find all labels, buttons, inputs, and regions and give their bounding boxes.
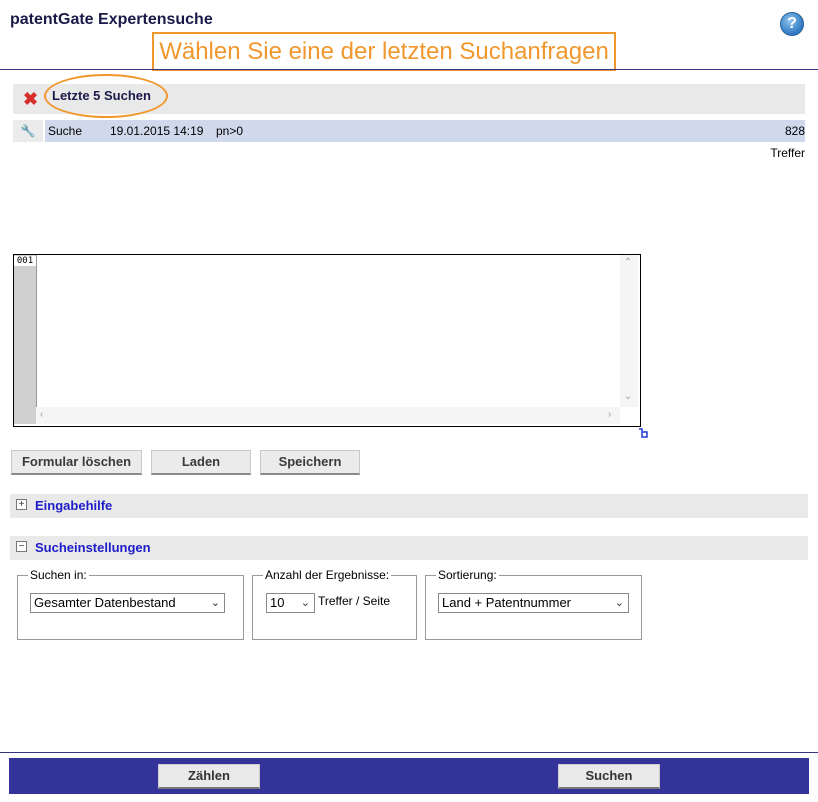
scroll-up-icon[interactable]: ⌃ [624, 257, 632, 268]
chevron-down-icon: ⌄ [614, 597, 624, 609]
minus-icon[interactable]: − [16, 541, 27, 552]
scroll-left-icon[interactable]: ‹ [40, 409, 43, 420]
query-editor[interactable]: 001 ⌃ ⌄ ‹ › [13, 254, 641, 427]
fieldset-sorting: Sortierung: Land + Patentnummer ⌄ [425, 568, 642, 640]
search-in-select[interactable]: Gesamter Datenbestand ⌄ [30, 593, 225, 613]
page-title: patentGate Expertensuche [10, 11, 213, 28]
plus-icon[interactable]: + [16, 499, 27, 510]
vertical-scrollbar[interactable]: ⌃ ⌄ [620, 255, 638, 407]
result-count-select[interactable]: 10 ⌄ [266, 593, 315, 613]
per-page-label: Treffer / Seite [318, 594, 391, 608]
help-icon[interactable]: ? [780, 12, 804, 36]
line-number: 001 [14, 256, 36, 266]
section-input-help[interactable]: + Eingabehilfe [10, 494, 808, 518]
fieldset-search-in: Suchen in: Gesamter Datenbestand ⌄ [17, 568, 244, 640]
sorting-legend: Sortierung: [436, 568, 499, 582]
footer-bar: Zählen Suchen [9, 758, 809, 794]
result-count-value: 10 [270, 595, 285, 610]
wrench-icon[interactable]: 🔧 [13, 120, 43, 142]
save-button[interactable]: Speichern [260, 450, 360, 475]
scroll-right-icon[interactable]: › [608, 409, 611, 420]
header-divider [0, 69, 818, 70]
recent-search-row[interactable]: 🔧 Suche 19.01.2015 14:19 pn>0 828 Treffe… [13, 120, 805, 160]
search-type[interactable]: Suche [45, 120, 108, 142]
search-button[interactable]: Suchen [558, 764, 660, 789]
search-query[interactable]: pn>0 [213, 120, 754, 142]
footer-divider [0, 752, 818, 753]
line-number-gutter: 001 [14, 255, 37, 424]
scroll-down-icon[interactable]: ⌄ [624, 391, 632, 402]
section-input-help-label[interactable]: Eingabehilfe [35, 498, 112, 513]
load-button[interactable]: Laden [151, 450, 251, 475]
chevron-down-icon: ⌄ [210, 597, 220, 609]
horizontal-scrollbar[interactable]: ‹ › [36, 407, 620, 424]
chevron-down-icon: ⌄ [300, 597, 310, 609]
section-search-settings[interactable]: − Sucheinstellungen [10, 536, 808, 560]
search-hits[interactable]: 828 Treffer [753, 120, 805, 160]
clear-form-button[interactable]: Formular löschen [11, 450, 142, 475]
search-in-value: Gesamter Datenbestand [34, 595, 176, 610]
sorting-select[interactable]: Land + Patentnummer ⌄ [438, 593, 629, 613]
fieldset-result-count: Anzahl der Ergebnisse: 10 ⌄ Treffer / Se… [252, 568, 417, 640]
search-in-legend: Suchen in: [28, 568, 89, 582]
sorting-value: Land + Patentnummer [442, 595, 571, 610]
search-date[interactable]: 19.01.2015 14:19 [107, 120, 214, 142]
resize-icon[interactable] [638, 428, 648, 438]
section-search-settings-label[interactable]: Sucheinstellungen [35, 540, 151, 555]
highlight-oval [44, 74, 168, 118]
result-count-legend: Anzahl der Ergebnisse: [263, 568, 392, 582]
instruction-callout: Wählen Sie eine der letzten Suchanfragen [152, 32, 616, 71]
close-icon[interactable]: ✖ [23, 89, 38, 110]
count-button[interactable]: Zählen [158, 764, 260, 789]
